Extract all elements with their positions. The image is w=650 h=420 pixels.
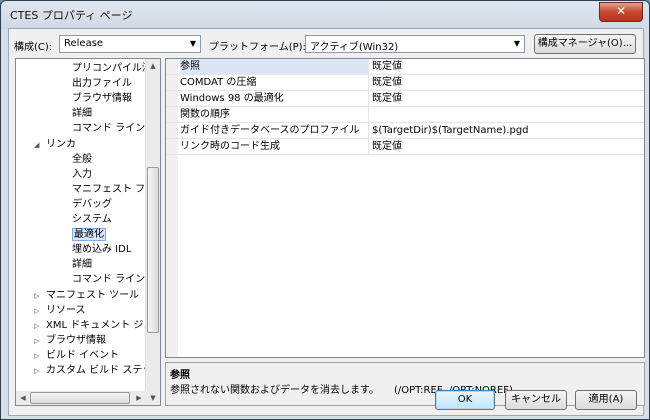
expand-arrow-icon[interactable]: ▷ bbox=[34, 319, 46, 334]
property-value[interactable]: 既定値 bbox=[372, 91, 402, 106]
tree-item[interactable]: 詳細 bbox=[60, 106, 92, 121]
tree-item[interactable]: ▷ リソース bbox=[34, 303, 86, 318]
tree-item-label: 出力ファイル bbox=[72, 78, 132, 90]
tree-item-label: 埋め込み IDL bbox=[72, 244, 132, 256]
property-row[interactable]: COMDAT の圧縮 既定値 bbox=[166, 75, 644, 91]
tree-item-label: コマンド ライン bbox=[72, 274, 146, 286]
category-tree[interactable]: プリコンパイル済み 出力ファイル ブラウザ情報 詳細 コマンド ライン ◢ リンカ 全般 入力マ… bbox=[15, 58, 161, 406]
row-gutter bbox=[166, 123, 178, 138]
platform-dropdown[interactable]: アクティブ(Win32) ▼ bbox=[305, 35, 525, 53]
scroll-up-icon[interactable]: ▲ bbox=[146, 59, 160, 73]
window-title: CTES プロパティ ページ bbox=[10, 9, 133, 22]
scroll-right-icon[interactable]: ▶ bbox=[132, 391, 146, 405]
tree-item-label: コマンド ライン bbox=[72, 123, 146, 135]
scroll-thumb[interactable] bbox=[147, 167, 159, 333]
tree-item-label: カスタム ビルド ステッ bbox=[46, 365, 153, 376]
property-row[interactable]: 関数の順序 bbox=[166, 107, 644, 123]
tree-item[interactable]: 出力ファイル bbox=[60, 76, 132, 91]
scroll-thumb[interactable] bbox=[30, 392, 130, 404]
tree-horizontal-scrollbar[interactable]: ◀ ▶ bbox=[16, 391, 146, 405]
expand-arrow-icon[interactable]: ▷ bbox=[34, 364, 46, 379]
tree-item[interactable]: ▷ カスタム ビルド ステッ bbox=[34, 363, 152, 378]
tree-item-label: 全般 bbox=[72, 153, 92, 165]
cancel-button[interactable]: キャンセル bbox=[505, 390, 567, 410]
tree-item-label: 最適化 bbox=[72, 228, 106, 242]
tree-item[interactable]: ▷ マニフェスト ツール bbox=[34, 288, 139, 303]
tree-item[interactable]: 埋め込み IDL bbox=[60, 242, 131, 257]
ok-button[interactable]: OK bbox=[435, 390, 495, 410]
row-gutter bbox=[166, 107, 178, 122]
tree-vertical-scrollbar[interactable]: ▲ ▼ bbox=[145, 59, 160, 405]
expand-arrow-icon[interactable]: ▷ bbox=[34, 349, 46, 364]
property-name: Windows 98 の最適化 bbox=[180, 91, 369, 106]
tree-item[interactable]: ▷ ブラウザ情報 bbox=[34, 333, 106, 348]
row-gutter bbox=[166, 91, 178, 106]
row-gutter bbox=[166, 75, 178, 90]
tree-item-label: 詳細 bbox=[72, 108, 92, 120]
tree-item[interactable]: 最適化 bbox=[60, 227, 106, 242]
tree-item-label: ブラウザ情報 bbox=[72, 93, 132, 105]
tree-item-label: リンカ bbox=[46, 138, 76, 150]
tree-item[interactable]: 入力 bbox=[60, 167, 92, 182]
description-title: 参照 bbox=[170, 370, 190, 381]
config-label: 構成(C): bbox=[14, 42, 53, 53]
collapse-arrow-icon[interactable]: ◢ bbox=[34, 138, 46, 153]
dialog-client-area: 構成(C): Release ▼ プラットフォーム(P): アクティブ(Win3… bbox=[8, 28, 645, 416]
property-name: 参照 bbox=[180, 59, 369, 74]
property-row[interactable]: 参照 既定値 bbox=[166, 59, 644, 75]
tree-item-label: 入力 bbox=[72, 168, 92, 180]
tree-item-label: デバッグ bbox=[72, 198, 112, 210]
property-value[interactable]: 既定値 bbox=[372, 75, 402, 90]
tree-item[interactable]: 全般 bbox=[60, 152, 92, 167]
tree-item[interactable]: ▷ XML ドキュメント ジェ bbox=[34, 318, 153, 333]
tree-item[interactable]: ◢ リンカ bbox=[34, 137, 76, 152]
scroll-left-icon[interactable]: ◀ bbox=[16, 391, 30, 405]
tree-item[interactable]: 詳細 bbox=[60, 257, 92, 272]
expand-arrow-icon[interactable]: ▷ bbox=[34, 304, 46, 319]
config-value: Release bbox=[64, 38, 104, 49]
property-row[interactable]: ガイド付きデータベースのプロファイル $(TargetDir)$(TargetNa… bbox=[166, 123, 644, 139]
apply-button[interactable]: 適用(A) bbox=[575, 390, 637, 410]
expand-arrow-icon[interactable]: ▷ bbox=[34, 289, 46, 304]
tree-item[interactable]: システム bbox=[60, 212, 112, 227]
tree-item[interactable]: ブラウザ情報 bbox=[60, 91, 132, 106]
property-row[interactable]: Windows 98 の最適化 既定値 bbox=[166, 91, 644, 107]
property-pages-window: CTES プロパティ ページ ✕ 構成(C): Release ▼ プラットフォ… bbox=[0, 0, 650, 420]
platform-label: プラットフォーム(P): bbox=[209, 42, 306, 53]
property-value[interactable]: 既定値 bbox=[372, 59, 402, 74]
platform-value: アクティブ(Win32) bbox=[310, 42, 399, 53]
tree-item-label: リソース bbox=[46, 304, 86, 316]
tree-item-label: システム bbox=[72, 214, 112, 225]
tree-item[interactable]: コマンド ライン bbox=[60, 272, 145, 287]
property-value[interactable]: 既定値 bbox=[372, 139, 402, 154]
property-name: ガイド付きデータベースのプロファイル bbox=[180, 123, 369, 138]
tree-item-label: ビルド イベント bbox=[46, 349, 120, 361]
tree-item-label: ブラウザ情報 bbox=[46, 334, 106, 346]
scroll-down-icon[interactable]: ▼ bbox=[146, 391, 160, 405]
tree-item[interactable]: コマンド ライン bbox=[60, 121, 145, 136]
tree-item-label: 詳細 bbox=[72, 259, 92, 271]
property-value[interactable]: $(TargetDir)$(TargetName).pgd bbox=[372, 123, 529, 138]
row-gutter bbox=[166, 59, 178, 74]
property-name: COMDAT の圧縮 bbox=[180, 75, 369, 90]
tree-item-label: マニフェスト ツール bbox=[46, 289, 140, 301]
chevron-down-icon: ▼ bbox=[513, 39, 520, 48]
close-button[interactable]: ✕ bbox=[599, 2, 643, 22]
config-dropdown[interactable]: Release ▼ bbox=[59, 35, 201, 53]
tree-item[interactable]: デバッグ bbox=[60, 197, 112, 212]
property-row[interactable]: リンク時のコード生成 既定値 bbox=[166, 139, 644, 155]
description-pane: 参照 参照されない関数およびデータを消去します。 (/OPT:REF, /OPT… bbox=[165, 362, 645, 406]
chevron-down-icon: ▼ bbox=[189, 39, 196, 48]
title-bar: CTES プロパティ ページ ✕ bbox=[1, 1, 649, 27]
property-name: 関数の順序 bbox=[180, 107, 369, 122]
property-name: リンク時のコード生成 bbox=[180, 139, 369, 154]
tree-item-label: XML ドキュメント ジェ bbox=[46, 319, 154, 331]
property-grid[interactable]: 参照 既定値 COMDAT の圧縮 既定値 Windows 98 の最適化 既定値 関数の順… bbox=[165, 58, 645, 358]
tree-item[interactable]: ▷ ビルド イベント bbox=[34, 348, 119, 363]
expand-arrow-icon[interactable]: ▷ bbox=[34, 334, 46, 349]
row-gutter bbox=[166, 139, 178, 154]
config-manager-button[interactable]: 構成マネージャ(O)... bbox=[534, 34, 636, 54]
